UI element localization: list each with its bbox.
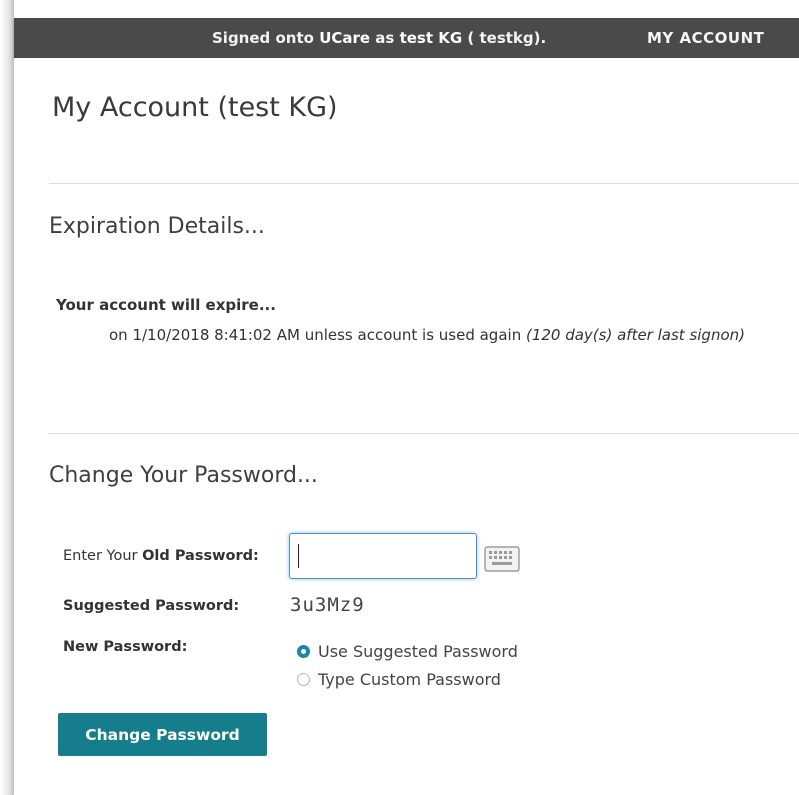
app-name: UCare — [319, 29, 371, 47]
keyboard-icon[interactable] — [484, 546, 520, 572]
old-password-input[interactable] — [289, 533, 477, 579]
text-caret — [298, 544, 299, 568]
change-password-button[interactable]: Change Password — [58, 713, 267, 756]
user-display-name: test KG — [399, 29, 463, 47]
page-title: My Account (test KG) — [52, 92, 338, 123]
account-page: My Account (test KG) Expiration Details.… — [14, 58, 799, 795]
radio-label: Use Suggested Password — [318, 642, 518, 661]
change-password-heading: Change Your Password... — [49, 463, 318, 488]
my-account-link[interactable]: MY ACCOUNT — [647, 18, 764, 58]
old-password-label: Enter Your Old Password: — [63, 548, 259, 564]
section-divider — [49, 433, 799, 434]
expire-label: Your account will expire... — [56, 296, 276, 314]
radio-selected-icon[interactable] — [297, 645, 310, 658]
radio-use-suggested[interactable]: Use Suggested Password — [297, 642, 518, 661]
top-bar: Signed onto UCare as test KG ( testkg). … — [14, 18, 799, 58]
radio-unselected-icon[interactable] — [297, 673, 310, 686]
expire-detail: on 1/10/2018 8:41:02 AM unless account i… — [109, 326, 745, 344]
expiration-heading: Expiration Details... — [49, 214, 265, 239]
signed-on-text: Signed onto UCare as test KG ( testkg). — [212, 29, 547, 47]
suggested-password-label: Suggested Password: — [63, 598, 240, 614]
suggested-password-value: 3u3Mz9 — [290, 594, 365, 616]
radio-type-custom[interactable]: Type Custom Password — [297, 670, 501, 689]
new-password-label: New Password: — [63, 639, 188, 655]
page-shadow-border — [0, 0, 14, 795]
section-divider — [49, 183, 799, 184]
expire-note: (120 day(s) after last signon) — [525, 326, 745, 344]
radio-label: Type Custom Password — [318, 670, 501, 689]
